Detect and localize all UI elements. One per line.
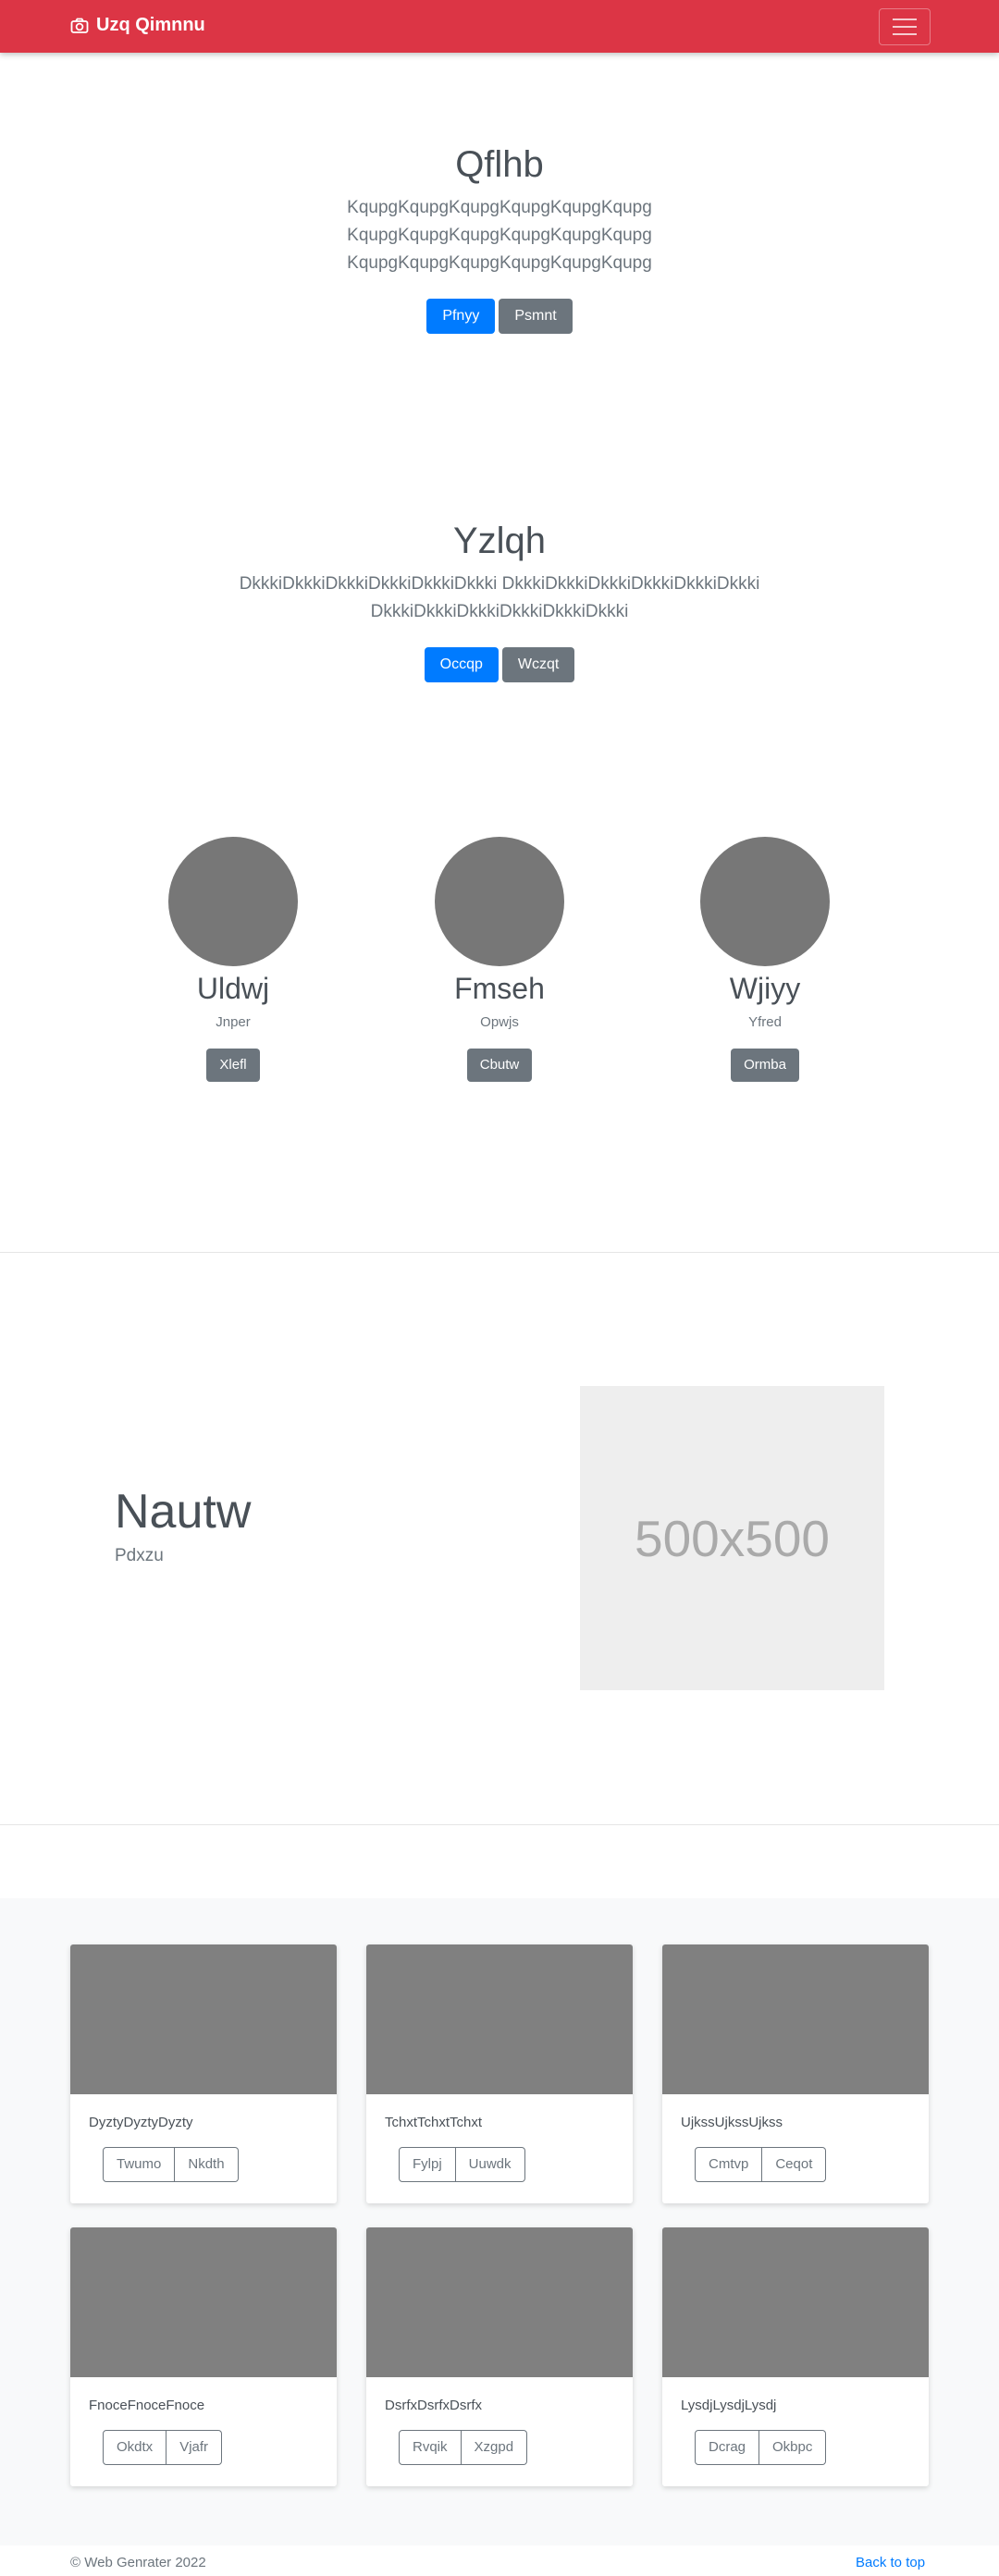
- feature-subtitle: Pdxzu: [115, 1546, 164, 1565]
- card-button-group: Twumo Nkdth: [103, 2147, 239, 2182]
- album-card: DsrfxDsrfxDsrfx Rvqik Xzgpd: [366, 2227, 633, 2486]
- primary-button[interactable]: Pfnyy: [426, 299, 496, 334]
- card-thumbnail: [70, 1944, 337, 2094]
- avatar: [435, 837, 564, 966]
- card-button[interactable]: Uuwdk: [455, 2147, 525, 2182]
- brand-link[interactable]: Uzq Qimnnu: [70, 15, 205, 36]
- avatar: [700, 837, 830, 966]
- card-button[interactable]: Okbpc: [759, 2430, 827, 2465]
- footer-copyright: © Web Genrater 2022: [70, 2555, 206, 2570]
- secondary-button[interactable]: Psmnt: [499, 299, 573, 334]
- primary-button[interactable]: Occqp: [424, 647, 499, 682]
- team-member: Fmseh Opwjs Cbutw: [361, 837, 638, 1082]
- album-card: DyztyDyztyDyzty Twumo Nkdth: [70, 1944, 337, 2203]
- card-button[interactable]: Nkdth: [175, 2147, 239, 2182]
- card-button[interactable]: Twumo: [103, 2147, 176, 2182]
- card-button[interactable]: Ceqot: [762, 2147, 827, 2182]
- member-name: Fmseh: [454, 972, 545, 1005]
- card-button-group: Fylpj Uuwdk: [399, 2147, 525, 2182]
- team-member: Wjiyy Yfred Ormba: [626, 837, 904, 1082]
- card-button-group: Cmtvp Ceqot: [695, 2147, 827, 2182]
- card-button[interactable]: Cmtvp: [695, 2147, 763, 2182]
- card-text: FnoceFnoceFnoce: [89, 2398, 205, 2413]
- hero-section-1: Qflhb KqupgKqupgKqupgKqupgKqupgKqupg Kqu…: [0, 142, 999, 334]
- card-text: LysdjLysdjLysdj: [681, 2398, 777, 2413]
- divider: [0, 1252, 999, 1253]
- card-text: TchxtTchxtTchxt: [385, 2115, 483, 2130]
- card-thumbnail: [366, 1944, 633, 2094]
- hero-lead: KqupgKqupgKqupgKqupgKqupgKqupg KqupgKqup…: [347, 198, 652, 273]
- card-text: DyztyDyztyDyzty: [89, 2115, 193, 2130]
- card-button[interactable]: Fylpj: [399, 2147, 456, 2182]
- card-thumbnail: [662, 2227, 929, 2377]
- avatar: [168, 837, 298, 966]
- hero-title: Qflhb: [455, 144, 544, 185]
- placeholder-label: 500x500: [634, 1509, 831, 1567]
- hamburger-icon: [893, 18, 917, 20]
- member-role: Opwjs: [480, 1014, 519, 1030]
- card-button[interactable]: Xzgpd: [461, 2430, 528, 2465]
- card-button[interactable]: Rvqik: [399, 2430, 462, 2465]
- card-button-group: Dcrag Okbpc: [695, 2430, 827, 2465]
- card-thumbnail: [70, 2227, 337, 2377]
- hero-lead: DkkkiDkkkiDkkkiDkkkiDkkkiDkkki DkkkiDkkk…: [239, 574, 760, 621]
- card-button[interactable]: Dcrag: [695, 2430, 760, 2465]
- member-name: Uldwj: [196, 972, 270, 1005]
- navbar-toggler-button[interactable]: [879, 8, 931, 45]
- hero-title: Yzlqh: [452, 521, 547, 561]
- navbar: Uzq Qimnnu: [0, 0, 999, 53]
- placeholder-image: 500x500: [580, 1386, 884, 1690]
- album-card: LysdjLysdjLysdj Dcrag Okbpc: [662, 2227, 929, 2486]
- hero-section-2: Yzlqh DkkkiDkkkiDkkkiDkkkiDkkkiDkkki Dkk…: [0, 519, 999, 682]
- member-role: Jnper: [216, 1014, 251, 1030]
- card-button[interactable]: Okdtx: [103, 2430, 167, 2465]
- album-card: FnoceFnoceFnoce Okdtx Vjafr: [70, 2227, 337, 2486]
- member-button[interactable]: Ormba: [731, 1049, 799, 1082]
- album-card: UjkssUjkssUjkss Cmtvp Ceqot: [662, 1944, 929, 2203]
- card-button-group: Rvqik Xzgpd: [399, 2430, 528, 2465]
- card-button-group: Okdtx Vjafr: [103, 2430, 223, 2465]
- divider: [0, 1824, 999, 1825]
- card-button[interactable]: Vjafr: [166, 2430, 223, 2465]
- back-to-top-link[interactable]: Back to top: [856, 2555, 925, 2570]
- album-section: DyztyDyztyDyzty Twumo Nkdth TchxtTchxtTc…: [0, 1898, 999, 2545]
- member-button[interactable]: Xlefl: [206, 1049, 260, 1082]
- card-thumbnail: [662, 1944, 929, 2094]
- album-card: TchxtTchxtTchxt Fylpj Uuwdk: [366, 1944, 633, 2203]
- team-member: Uldwj Jnper Xlefl: [94, 837, 372, 1082]
- card-thumbnail: [366, 2227, 633, 2377]
- card-text: UjkssUjkssUjkss: [681, 2115, 783, 2130]
- member-button[interactable]: Cbutw: [466, 1049, 533, 1082]
- brand-name: Uzq Qimnnu: [96, 15, 205, 35]
- member-role: Yfred: [748, 1014, 782, 1030]
- camera-icon: [70, 18, 89, 33]
- secondary-button[interactable]: Wczqt: [501, 647, 575, 682]
- member-name: Wjiyy: [729, 972, 801, 1005]
- card-text: DsrfxDsrfxDsrfx: [385, 2398, 482, 2413]
- feature-title: Nautw: [115, 1485, 252, 1539]
